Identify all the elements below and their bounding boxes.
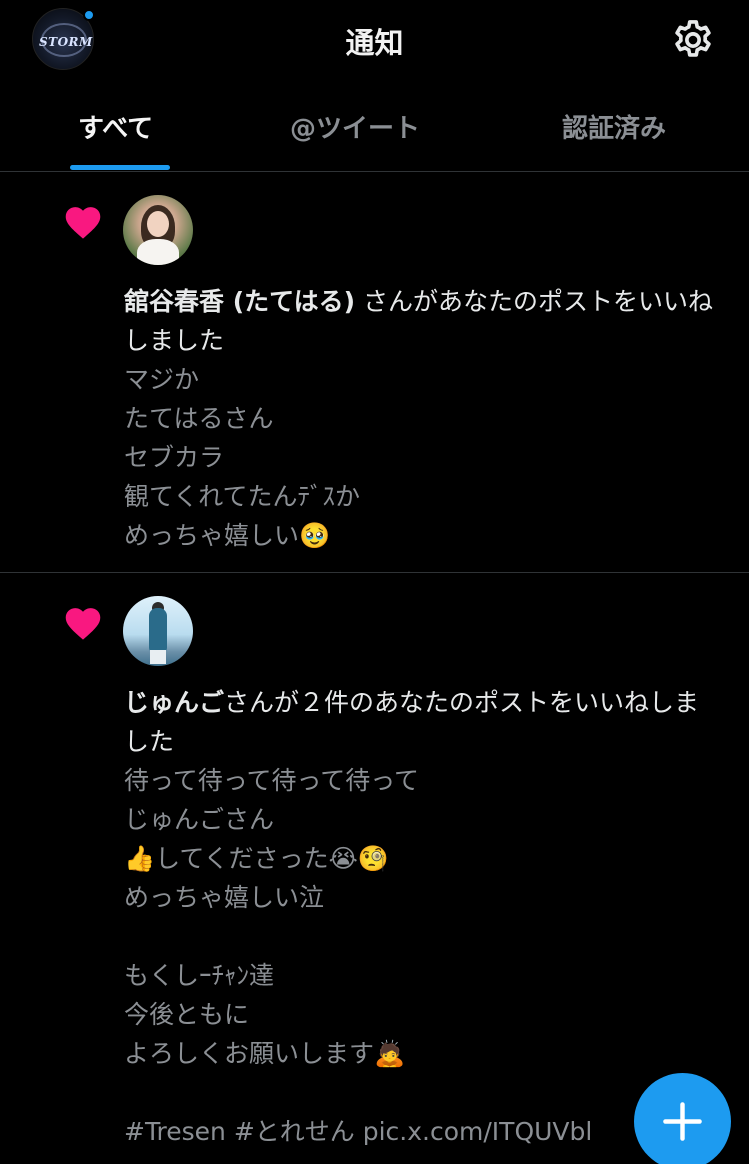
user-name[interactable]: じゅんご bbox=[124, 688, 224, 717]
tab-verified[interactable]: 認証済み bbox=[562, 108, 666, 145]
settings-button[interactable] bbox=[670, 17, 716, 63]
user-avatar[interactable] bbox=[123, 195, 193, 265]
user-name[interactable]: 舘谷春香 (たてはる) bbox=[124, 287, 355, 316]
notification-item[interactable]: じゅんごさんが２件のあなたのポストをいいねしました 待って待って待って待って じ… bbox=[0, 574, 749, 1164]
heart-icon bbox=[65, 608, 101, 640]
post-text[interactable]: マジか たてはるさん セブカラ 観てくれてたんﾃﾞｽか めっちゃ嬉しい🥹 bbox=[124, 360, 724, 555]
plus-icon bbox=[663, 1102, 702, 1141]
avatar-person bbox=[149, 608, 167, 652]
post-text[interactable]: 待って待って待って待って じゅんごさん 👍してくださった😭🧐 めっちゃ嬉しい泣 … bbox=[124, 761, 724, 1151]
page-title: 通知 bbox=[345, 26, 404, 60]
compose-button[interactable] bbox=[634, 1073, 731, 1164]
tab-mentions[interactable]: @ツイート bbox=[290, 108, 420, 145]
top-bar: STORM 通知 bbox=[0, 0, 749, 84]
avatar-legs bbox=[150, 650, 166, 664]
user-avatar[interactable] bbox=[123, 596, 193, 666]
notification-item[interactable]: 舘谷春香 (たてはる) さんがあなたのポストをいいねしました マジか たてはるさ… bbox=[0, 173, 749, 573]
avatar-face bbox=[147, 211, 169, 237]
avatar-body bbox=[137, 239, 179, 265]
notifications-screen: STORM 通知 すべて @ツイート 認証済み 舘谷春香 (たてはる) さんがあ… bbox=[0, 0, 749, 1164]
heart-icon bbox=[65, 207, 101, 239]
active-tab-indicator bbox=[70, 165, 170, 170]
tab-all[interactable]: すべて bbox=[78, 108, 153, 145]
notification-text: じゅんごさんが２件のあなたのポストをいいねしました bbox=[124, 683, 724, 761]
notification-tabs: すべて @ツイート 認証済み bbox=[0, 84, 749, 172]
notification-text: 舘谷春香 (たてはる) さんがあなたのポストをいいねしました bbox=[124, 282, 724, 360]
gear-icon bbox=[675, 20, 711, 57]
